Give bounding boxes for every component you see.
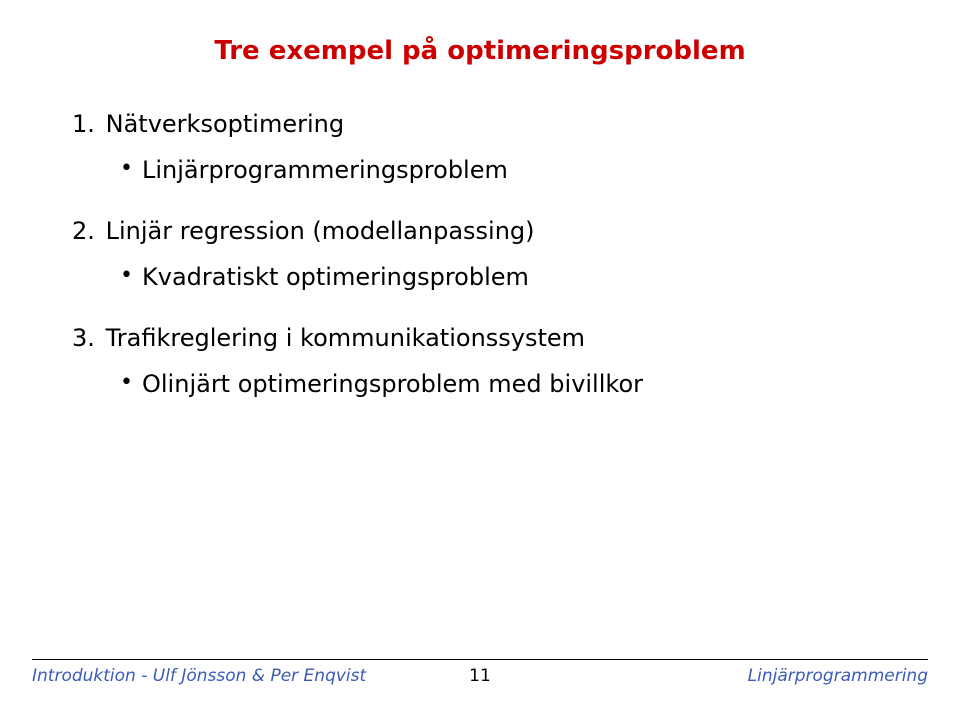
- list-item: 3. Trafikreglering i kommunikationssyste…: [72, 322, 900, 401]
- slide-title: Tre exempel på optimeringsproblem: [60, 36, 900, 66]
- list-item: 2. Linjär regression (modellanpassing) K…: [72, 215, 900, 294]
- slide: Tre exempel på optimeringsproblem 1. Nät…: [0, 0, 960, 708]
- sub-item: Kvadratiskt optimeringsproblem: [120, 261, 900, 293]
- item-text: Nätverksoptimering: [106, 110, 344, 138]
- main-list: 1. Nätverksoptimering Linjärprogrammerin…: [72, 108, 900, 400]
- sub-list: Kvadratiskt optimeringsproblem: [120, 261, 900, 293]
- sub-item: Olinjärt optimeringsproblem med bivillko…: [120, 368, 900, 400]
- footer-left: Introduktion - Ulf Jönsson & Per Enqvist: [32, 666, 366, 686]
- sub-list: Linjärprogrammeringsproblem: [120, 154, 900, 186]
- item-text: Trafikreglering i kommunikationssystem: [106, 324, 585, 352]
- footer-right: Linjärprogrammering: [748, 666, 928, 686]
- item-number: 1.: [72, 108, 98, 140]
- sub-list: Olinjärt optimeringsproblem med bivillko…: [120, 368, 900, 400]
- footer-page-number: 11: [469, 666, 491, 686]
- list-item: 1. Nätverksoptimering Linjärprogrammerin…: [72, 108, 900, 187]
- item-text: Linjär regression (modellanpassing): [106, 217, 535, 245]
- item-number: 3.: [72, 322, 98, 354]
- footer: Introduktion - Ulf Jönsson & Per Enqvist…: [32, 659, 928, 686]
- sub-item: Linjärprogrammeringsproblem: [120, 154, 900, 186]
- item-number: 2.: [72, 215, 98, 247]
